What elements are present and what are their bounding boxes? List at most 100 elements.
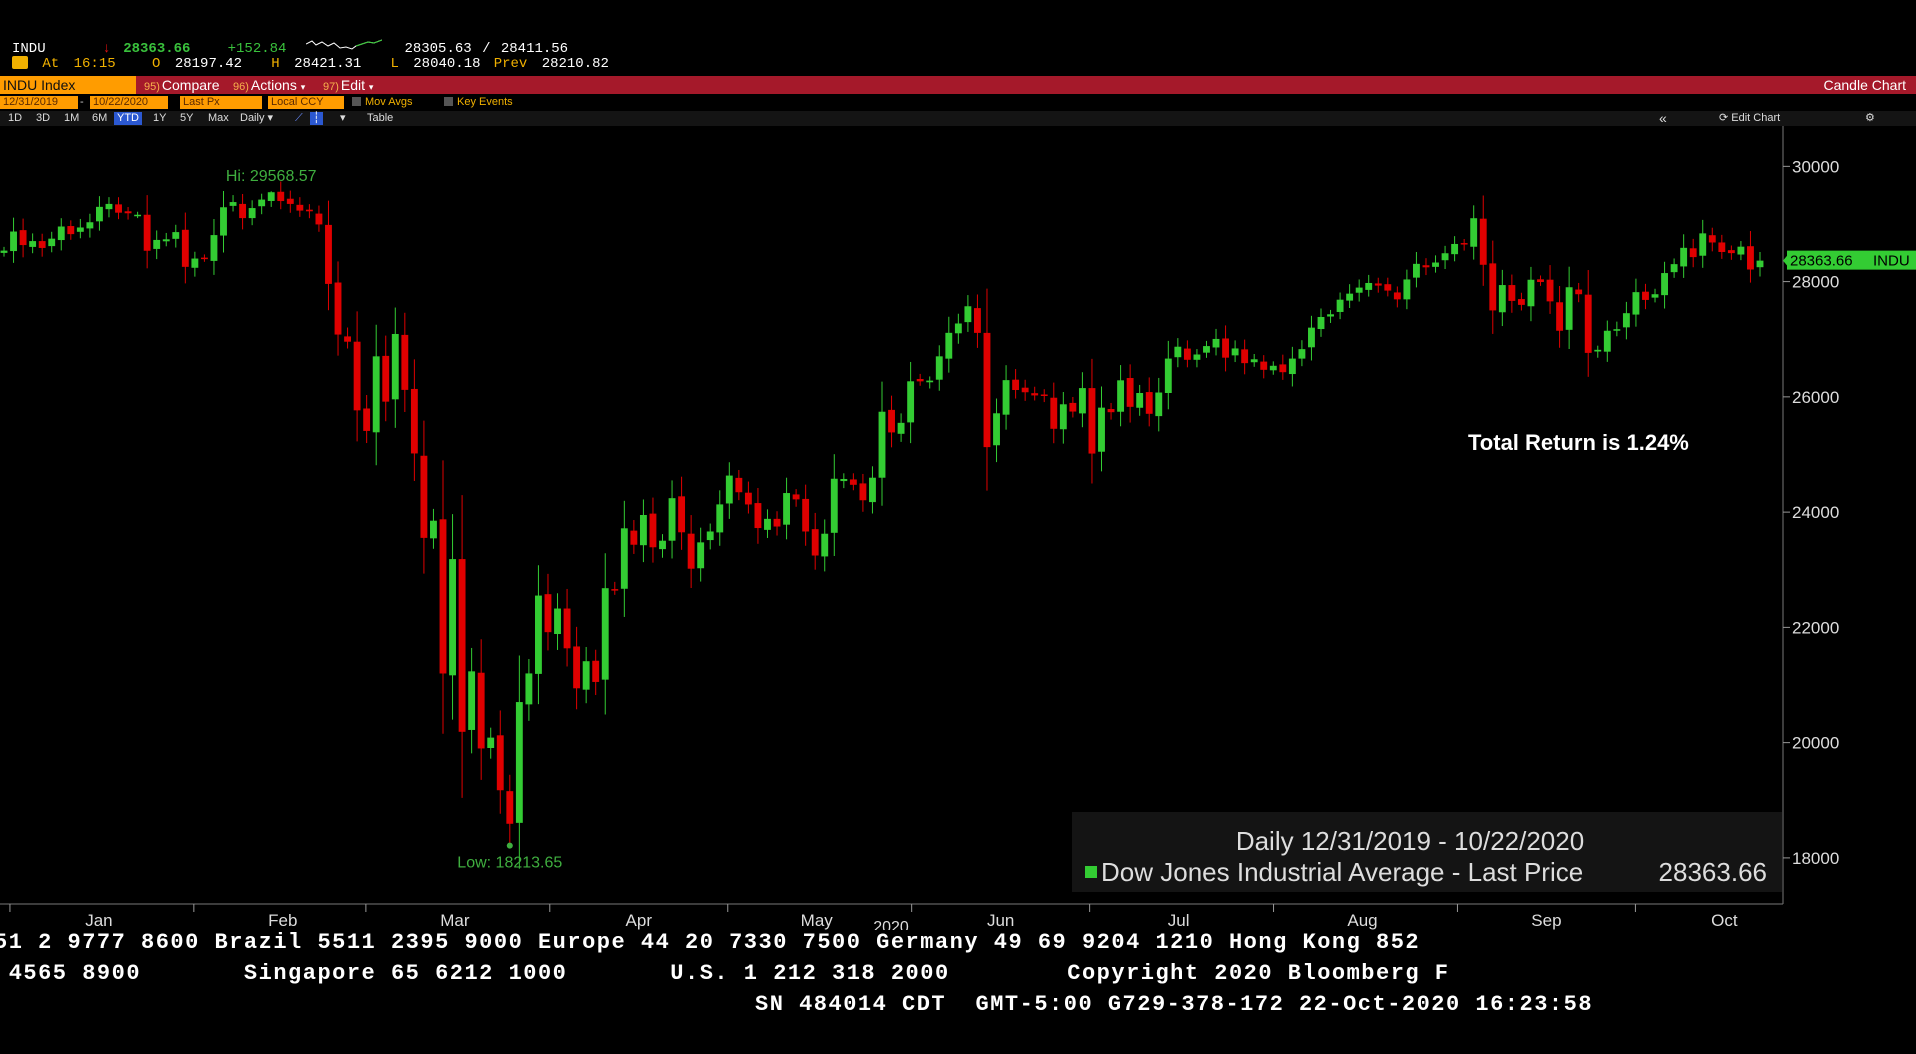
candle-body — [1594, 349, 1602, 352]
line-chart-icon[interactable]: ⟋ — [292, 112, 306, 125]
collapse-icon[interactable]: « — [1656, 111, 1670, 125]
edit-caret-icon: ▾ — [368, 82, 374, 92]
candle-body — [1279, 364, 1287, 373]
range-max[interactable]: Max — [205, 112, 232, 125]
down-arrow-icon: ↓ — [102, 41, 111, 57]
candle-body — [29, 241, 37, 247]
candle-body — [410, 388, 418, 454]
candle-body — [181, 229, 189, 267]
candle-body — [1355, 287, 1363, 293]
candle-body — [821, 533, 829, 557]
candle-body — [1298, 349, 1306, 359]
low-value: 28040.18 — [413, 56, 481, 72]
start-date-field[interactable]: 12/31/2019 — [0, 96, 78, 109]
candle-body — [945, 332, 953, 359]
candle-body — [267, 192, 275, 201]
price-field-select[interactable]: Last Px — [180, 96, 262, 109]
mov-avgs-checkbox — [352, 97, 361, 106]
candle-body — [1260, 361, 1268, 370]
candle-body — [983, 332, 991, 448]
candle-body — [1527, 279, 1535, 307]
period-select[interactable]: Daily ▾ — [237, 112, 276, 125]
candle-body — [869, 477, 876, 503]
candle-body — [1412, 263, 1420, 278]
candle-body — [220, 207, 227, 236]
security-field[interactable]: INDU Index — [0, 76, 136, 94]
table-button[interactable]: Table — [364, 112, 396, 125]
candle-body — [964, 306, 972, 323]
end-date-field[interactable]: 10/22/2020 — [90, 96, 168, 109]
candle-body — [1050, 397, 1058, 429]
last-price-tag-suffix: INDU — [1873, 253, 1910, 270]
edit-chart-button[interactable]: ⟳ Edit Chart — [1716, 112, 1783, 125]
candle-body — [124, 211, 132, 214]
candle-body — [544, 594, 552, 633]
candle-body — [792, 494, 800, 500]
candle-body — [115, 204, 122, 213]
range-1y[interactable]: 1Y — [150, 112, 169, 125]
actions-menu[interactable]: 96) Actions ▾ — [233, 76, 305, 94]
mov-avgs-toggle[interactable]: Mov Avgs — [352, 96, 413, 109]
candle-body — [401, 334, 409, 390]
key-events-toggle[interactable]: Key Events — [444, 96, 513, 109]
candle-body — [1489, 263, 1497, 311]
candle-body — [1098, 407, 1105, 452]
candle-body — [773, 518, 781, 527]
range-1d[interactable]: 1D — [5, 112, 25, 125]
candle-body — [305, 209, 313, 212]
candle-body — [525, 673, 533, 705]
candle-icon[interactable]: ┆ — [310, 112, 323, 125]
candle-body — [258, 199, 266, 207]
compare-menu[interactable]: 95) Compare — [144, 76, 220, 94]
candle-body — [1346, 293, 1354, 301]
candle-body — [1308, 327, 1315, 348]
range-ytd[interactable]: YTD — [114, 112, 142, 125]
range-3d[interactable]: 3D — [33, 112, 53, 125]
x-month-label: Jun — [987, 911, 1014, 930]
candle-body — [1556, 302, 1564, 331]
candle-body — [1241, 349, 1249, 364]
candle-body — [105, 203, 113, 210]
settings-icon[interactable]: ⚙ — [1862, 112, 1878, 125]
candle-body — [1451, 243, 1459, 255]
edit-menu[interactable]: 97) Edit ▾ — [323, 76, 373, 94]
candle-body — [191, 258, 199, 268]
candle-body — [353, 341, 361, 411]
candle-body — [1336, 299, 1344, 312]
candle-body — [1737, 246, 1745, 255]
more-caret-icon[interactable]: ▾ — [337, 112, 349, 125]
candle-body — [811, 529, 819, 556]
range-1m[interactable]: 1M — [61, 112, 82, 125]
range-5y[interactable]: 5Y — [177, 112, 196, 125]
currency-select[interactable]: Local CCY — [268, 96, 344, 109]
candle-body — [334, 282, 342, 335]
candle-body — [1575, 289, 1583, 295]
range-6m[interactable]: 6M — [89, 112, 110, 125]
candle-body — [1470, 218, 1478, 247]
chart-title: Total Return is 1.24% — [1468, 430, 1689, 455]
candle-body — [0, 250, 8, 253]
year-label: 2020 — [873, 919, 909, 930]
candle-body — [1727, 250, 1735, 254]
candle-body — [172, 232, 180, 239]
day-range-high: 28411.56 — [500, 41, 569, 57]
candle-body — [849, 479, 857, 485]
candle-body — [830, 478, 838, 533]
candle-body — [1231, 348, 1239, 356]
candle-body — [1250, 359, 1258, 363]
ticker-symbol: INDU — [12, 41, 46, 57]
at-label: At — [42, 56, 60, 72]
candle-body — [802, 498, 810, 532]
candle-body — [1479, 218, 1487, 265]
y-tick-label: 22000 — [1792, 618, 1839, 637]
x-month-label: Feb — [268, 911, 297, 930]
candle-body — [1203, 346, 1210, 353]
candle-body — [430, 520, 437, 539]
legend-box: Daily 12/31/2019 - 10/22/2020 Dow Jones … — [1072, 812, 1782, 892]
candle-body — [601, 588, 609, 680]
candle-body — [162, 239, 170, 242]
candle-body — [363, 408, 371, 431]
candle-body — [1069, 402, 1077, 412]
candle-body — [859, 483, 867, 501]
candle-body — [697, 542, 705, 569]
